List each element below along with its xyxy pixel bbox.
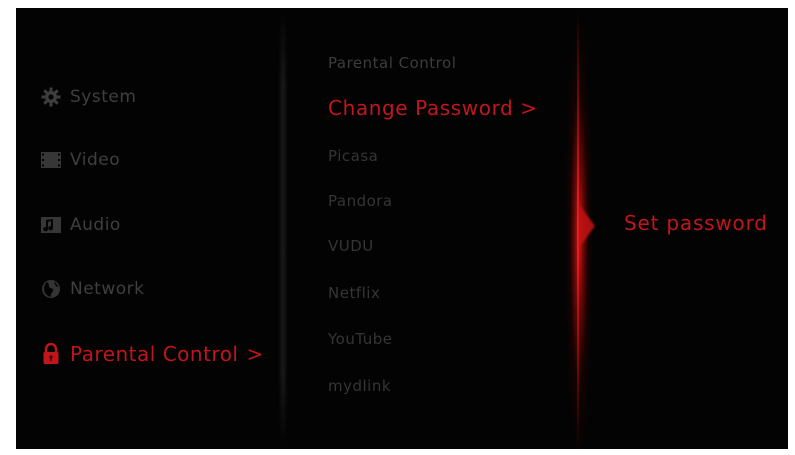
menu-item-label: Audio <box>70 215 121 235</box>
submenu-item-youtube[interactable]: YouTube <box>328 330 393 348</box>
menu-item-label: Network <box>70 279 145 299</box>
globe-icon <box>40 278 62 300</box>
submenu-item-pandora[interactable]: Pandora <box>328 192 393 210</box>
menu-item-audio[interactable]: Audio <box>40 210 121 240</box>
menu-item-label: System <box>70 87 137 107</box>
submenu-item-change-password[interactable]: Change Password > <box>328 96 538 120</box>
menu-item-label: Video <box>70 150 121 170</box>
menu-item-parental-control[interactable]: Parental Control > <box>40 339 264 369</box>
set-password-option[interactable]: Set password <box>624 211 768 235</box>
menu-item-label: Parental Control <box>70 342 239 366</box>
menu-item-video[interactable]: Video <box>40 145 120 175</box>
gear-icon <box>40 86 62 108</box>
submenu-item-netflix[interactable]: Netflix <box>328 284 380 302</box>
submenu-item-vudu[interactable]: VUDU <box>328 237 374 255</box>
menu-item-network[interactable]: Network <box>40 274 144 304</box>
selection-arrow-icon <box>579 204 595 248</box>
submenu-item-mydlink[interactable]: mydlink <box>328 377 391 395</box>
submenu-item-picasa[interactable]: Picasa <box>328 147 378 165</box>
menu-item-system[interactable]: System <box>40 82 136 112</box>
tv-settings-screen: System Video Audio Network Parental Cont… <box>16 8 788 449</box>
lock-icon <box>40 343 62 365</box>
film-icon <box>40 149 62 171</box>
chevron-right-icon: > <box>246 342 264 366</box>
submenu-title: Parental Control <box>328 54 457 72</box>
left-divider <box>278 8 288 449</box>
music-note-icon <box>40 214 62 236</box>
